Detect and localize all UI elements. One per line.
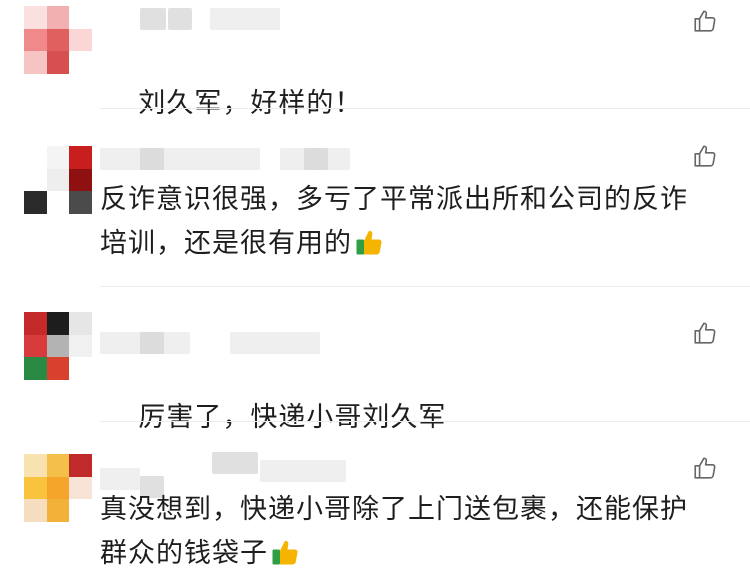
like-button[interactable] <box>690 453 720 483</box>
thumbs-up-outline-icon <box>694 145 716 167</box>
comment-item: 刘久军，好样的！ <box>0 0 750 119</box>
comment-item: 真没想到，快递小哥除了上门送包裹，还能保护群众的钱袋子 <box>0 450 750 571</box>
like-button[interactable] <box>690 6 720 36</box>
comment-item: 厉害了，快递小哥刘久军 <box>0 308 750 433</box>
divider <box>100 108 750 109</box>
avatar[interactable] <box>24 6 92 74</box>
thumbs-up-emoji-icon <box>356 230 382 255</box>
thumbs-up-emoji-icon <box>272 540 298 565</box>
thumbs-up-outline-icon <box>694 10 716 32</box>
comment-item: 反诈意识很强，多亏了平常派出所和公司的反诈培训，还是很有用的 <box>0 140 750 290</box>
like-button[interactable] <box>690 318 720 348</box>
avatar[interactable] <box>24 312 92 380</box>
divider <box>100 286 750 287</box>
comment-text: 真没想到，快递小哥除了上门送包裹，还能保护群众的钱袋子 <box>100 494 688 569</box>
thumbs-up-outline-icon <box>694 322 716 344</box>
like-button[interactable] <box>690 141 720 171</box>
avatar[interactable] <box>24 146 92 214</box>
thumbs-up-outline-icon <box>694 457 716 479</box>
divider <box>100 421 750 422</box>
avatar[interactable] <box>24 454 92 522</box>
comment-text: 反诈意识很强，多亏了平常派出所和公司的反诈培训，还是很有用的 <box>100 184 688 259</box>
